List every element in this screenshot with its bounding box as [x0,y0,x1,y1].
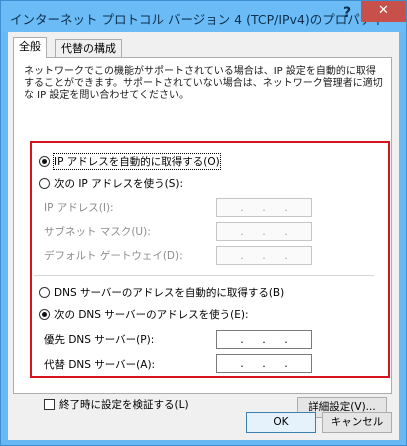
tab-alternate-config[interactable]: 代替の構成 [55,39,122,57]
ip-dot: . [262,201,266,214]
dns-manual-radio[interactable] [39,309,50,320]
ip-address-field[interactable]: ... [216,198,312,217]
dialog-client-area: 全般 代替の構成 ネットワークでこの機能がサポートされている場合は、IP 設定を… [8,32,399,440]
validate-label[interactable]: 終了時に設定を検証する(L) [59,397,189,412]
ip-dot: . [284,333,288,346]
ip-dot: . [284,225,288,238]
ip-auto-radio[interactable] [39,156,50,167]
cancel-button[interactable]: キャンセル [322,412,392,433]
ip-dot: . [284,357,288,370]
ip-dot: . [262,333,266,346]
ip-dot: . [240,249,244,262]
dns-manual-label[interactable]: 次の DNS サーバーのアドレスを使う(E): [54,307,249,322]
ip-auto-label[interactable]: IP アドレスを自動的に取得する(O) [53,153,221,170]
subnet-mask-field[interactable]: ... [216,222,312,241]
subnet-mask-label: サブネット マスク(U): [44,226,151,238]
close-button[interactable]: ✕ [361,1,406,22]
ip-dot: . [262,249,266,262]
ip-dot: . [240,357,244,370]
ip-dot: . [240,201,244,214]
default-gateway-field[interactable]: ... [216,246,312,265]
dialog-window: インターネット プロトコル バージョン 4 (TCP/IPv4)のプロパティ ?… [0,0,407,446]
default-gateway-label: デフォルト ゲートウェイ(D): [44,250,183,262]
preferred-dns-label: 優先 DNS サーバー(P): [44,334,155,346]
tab-panel-general: ネットワークでこの機能がサポートされている場合は、IP 設定を自動的に取得するこ… [13,57,392,418]
help-button[interactable]: ? [336,3,358,25]
ok-button[interactable]: OK [246,412,316,433]
ip-dot: . [262,357,266,370]
ip-dot: . [240,225,244,238]
tab-general[interactable]: 全般 [13,37,47,58]
alternate-dns-field[interactable]: ... [216,354,312,373]
description-text: ネットワークでこの機能がサポートされている場合は、IP 設定を自動的に取得するこ… [24,66,383,101]
dns-auto-label[interactable]: DNS サーバーのアドレスを自動的に取得する(B) [54,285,284,300]
close-icon: ✕ [378,3,389,18]
ip-manual-label[interactable]: 次の IP アドレスを使う(S): [54,176,183,191]
section-divider [34,275,374,276]
ip-dot: . [240,333,244,346]
ip-dot: . [262,225,266,238]
ip-manual-radio[interactable] [39,178,50,189]
preferred-dns-field[interactable]: ... [216,330,312,349]
dns-auto-radio[interactable] [39,287,50,298]
ip-address-label: IP アドレス(I): [44,202,114,214]
title-bar[interactable]: インターネット プロトコル バージョン 4 (TCP/IPv4)のプロパティ ?… [1,1,406,32]
alternate-dns-label: 代替 DNS サーバー(A): [44,359,156,371]
validate-checkbox[interactable] [44,399,55,410]
ip-dot: . [284,201,288,214]
ip-dot: . [284,249,288,262]
window-title: インターネット プロトコル バージョン 4 (TCP/IPv4)のプロパティ [10,12,385,27]
